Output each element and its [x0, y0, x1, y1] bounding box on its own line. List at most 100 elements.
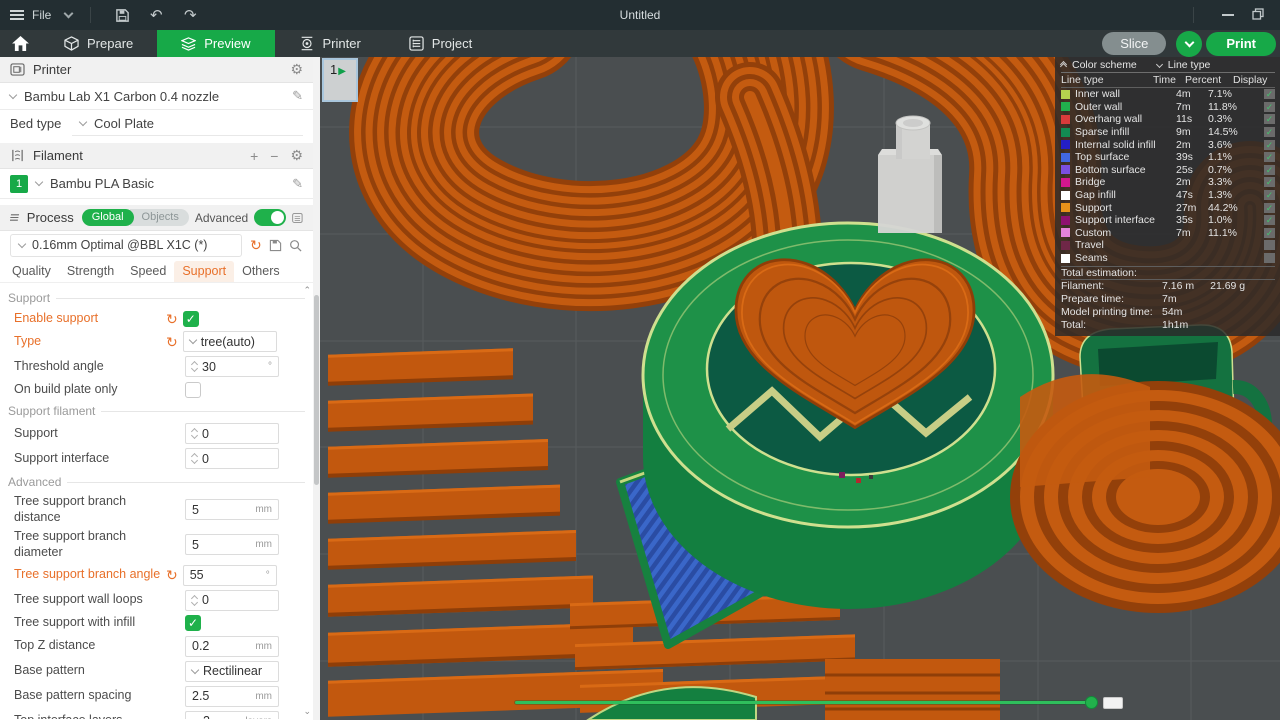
- sidebar-scrollbar[interactable]: [313, 57, 320, 720]
- process-tab-quality[interactable]: Quality: [4, 261, 59, 282]
- tab-project[interactable]: Project: [385, 30, 496, 57]
- top-interface-layers-select[interactable]: 2 layers: [185, 710, 279, 719]
- slider-value-box[interactable]: [1103, 697, 1123, 709]
- redo-icon[interactable]: ↷: [177, 5, 203, 25]
- scroll-down-icon[interactable]: ⌄: [303, 706, 311, 717]
- setting-row-top-interface-layers: Top interface layers 2 layers: [0, 709, 313, 719]
- move-slider[interactable]: [515, 696, 1123, 709]
- add-filament-button[interactable]: +: [250, 148, 258, 164]
- tab-printer[interactable]: Printer: [275, 30, 385, 57]
- menu-icon[interactable]: [10, 10, 24, 20]
- color-swatch: [1061, 203, 1070, 213]
- printer-preset-row[interactable]: Bambu Lab X1 Carbon 0.4 nozzle ✎: [0, 83, 313, 110]
- tab-preview[interactable]: Preview: [157, 30, 275, 57]
- save-preset-icon[interactable]: [269, 239, 282, 252]
- process-tab-strength[interactable]: Strength: [59, 261, 122, 282]
- total-label: Filament:: [1061, 280, 1105, 293]
- settings-scroll-area[interactable]: ⌃ Support Enable support ↻ ✓ Type ↻ tree(auto)…: [0, 283, 313, 719]
- scope-global-toggle[interactable]: Global: [81, 209, 134, 226]
- reset-preset-icon[interactable]: ↻: [250, 238, 262, 252]
- view-mode-select[interactable]: Line type: [1155, 59, 1211, 71]
- view-mode-value: Line type: [1167, 59, 1211, 71]
- home-button[interactable]: [0, 30, 40, 57]
- total-row-total: Total: 1h1m: [1061, 319, 1275, 332]
- process-preset-select[interactable]: 0.16mm Optimal @BBL X1C (*): [10, 233, 242, 257]
- print-button[interactable]: Print: [1206, 31, 1276, 56]
- revert-icon[interactable]: ↻: [166, 568, 178, 582]
- scrollbar-thumb[interactable]: [314, 295, 319, 485]
- scope-objects-toggle[interactable]: Objects: [129, 209, 189, 226]
- slice-button[interactable]: Slice: [1102, 32, 1167, 55]
- spinner-arrows[interactable]: [190, 594, 199, 606]
- tab-prepare[interactable]: Prepare: [40, 30, 157, 57]
- process-tab-speed[interactable]: Speed: [122, 261, 174, 282]
- top-z-distance-input[interactable]: 0.2 mm: [185, 635, 279, 657]
- process-tab-others[interactable]: Others: [234, 261, 288, 282]
- minimize-icon[interactable]: [1222, 14, 1234, 16]
- scroll-up-icon[interactable]: ⌃: [303, 285, 311, 296]
- display-checkbox[interactable]: ✓: [1264, 89, 1275, 100]
- slider-track[interactable]: [515, 701, 1095, 704]
- support-interface-spinner[interactable]: 0: [185, 448, 279, 469]
- printer-section-title: Printer: [33, 62, 72, 77]
- base-pattern-select[interactable]: Rectilinear: [185, 660, 279, 682]
- type-select[interactable]: tree(auto): [182, 331, 277, 352]
- tree-support-branch-diameter-input[interactable]: 5 mm: [185, 534, 279, 556]
- search-preset-icon[interactable]: [289, 239, 302, 252]
- spinner-arrows[interactable]: [190, 452, 199, 465]
- display-checkbox[interactable]: ✓: [1264, 215, 1275, 226]
- display-checkbox[interactable]: ✓: [1264, 139, 1275, 150]
- revert-icon[interactable]: ↻: [166, 335, 178, 349]
- group-header-support: Support: [0, 287, 313, 308]
- process-tab-support[interactable]: Support: [174, 261, 235, 282]
- display-checkbox[interactable]: ✓: [1264, 164, 1275, 175]
- display-checkbox[interactable]: ✓: [1264, 114, 1275, 125]
- display-checkbox[interactable]: [1264, 240, 1275, 251]
- display-checkbox[interactable]: ✓: [1264, 127, 1275, 138]
- chevron-down-icon[interactable]: [63, 8, 74, 19]
- tree-support-branch-distance-input[interactable]: 5 mm: [185, 499, 279, 521]
- filament-slot-badge[interactable]: 1: [10, 174, 28, 193]
- display-checkbox[interactable]: ✓: [1264, 152, 1275, 163]
- display-checkbox[interactable]: ✓: [1264, 101, 1275, 112]
- setting-label: Tree support branch distance: [14, 494, 127, 524]
- advanced-toggle[interactable]: [254, 209, 287, 226]
- support-spinner[interactable]: 0: [185, 423, 279, 444]
- color-swatch: [1061, 240, 1070, 250]
- plate-1-thumbnail[interactable]: 1▶: [322, 58, 358, 102]
- filament-settings-gear-icon[interactable]: ⚙: [290, 147, 303, 164]
- percent-value: 11.1%: [1208, 226, 1237, 239]
- display-checkbox[interactable]: ✓: [1264, 202, 1275, 213]
- spinner-arrows[interactable]: [190, 427, 199, 440]
- setting-value: Rectilinear: [203, 664, 263, 678]
- settings-list-icon[interactable]: [292, 211, 303, 225]
- display-checkbox[interactable]: ✓: [1264, 177, 1275, 188]
- print-dropdown-button[interactable]: [1176, 30, 1203, 57]
- restore-icon[interactable]: [1252, 7, 1264, 23]
- time-value: 7m: [1176, 226, 1191, 239]
- enable-support-checkbox[interactable]: ✓: [182, 310, 199, 327]
- tree-support-with-infill-checkbox[interactable]: ✓: [185, 615, 201, 631]
- display-checkbox[interactable]: ✓: [1264, 190, 1275, 201]
- spinner-arrows[interactable]: [190, 360, 199, 373]
- display-checkbox[interactable]: ✓: [1264, 227, 1275, 238]
- edit-filament-icon[interactable]: ✎: [292, 176, 303, 192]
- base-pattern-spacing-input[interactable]: 2.5 mm: [185, 685, 279, 707]
- on-build-plate-only-checkbox[interactable]: [185, 381, 201, 398]
- bed-type-select[interactable]: Cool Plate: [72, 112, 303, 136]
- filament-preset-row[interactable]: 1 Bambu PLA Basic ✎: [0, 169, 313, 199]
- save-icon[interactable]: [109, 5, 135, 25]
- file-menu[interactable]: File: [32, 8, 51, 22]
- tree-support-wall-loops-spinner[interactable]: 0: [185, 589, 279, 611]
- collapse-panel-icon[interactable]: [1059, 60, 1068, 70]
- revert-icon[interactable]: ↻: [166, 312, 178, 326]
- tree-support-branch-angle-input[interactable]: 55 °: [182, 564, 277, 586]
- undo-icon[interactable]: ↶: [143, 5, 169, 25]
- threshold-angle-spinner[interactable]: 30 °: [185, 356, 279, 377]
- printer-settings-gear-icon[interactable]: ⚙: [290, 61, 303, 78]
- remove-filament-button[interactable]: −: [270, 148, 278, 164]
- percent-value: 11.8%: [1208, 100, 1237, 113]
- edit-printer-icon[interactable]: ✎: [292, 88, 303, 104]
- slider-handle[interactable]: [1085, 696, 1098, 709]
- display-checkbox[interactable]: [1264, 253, 1275, 264]
